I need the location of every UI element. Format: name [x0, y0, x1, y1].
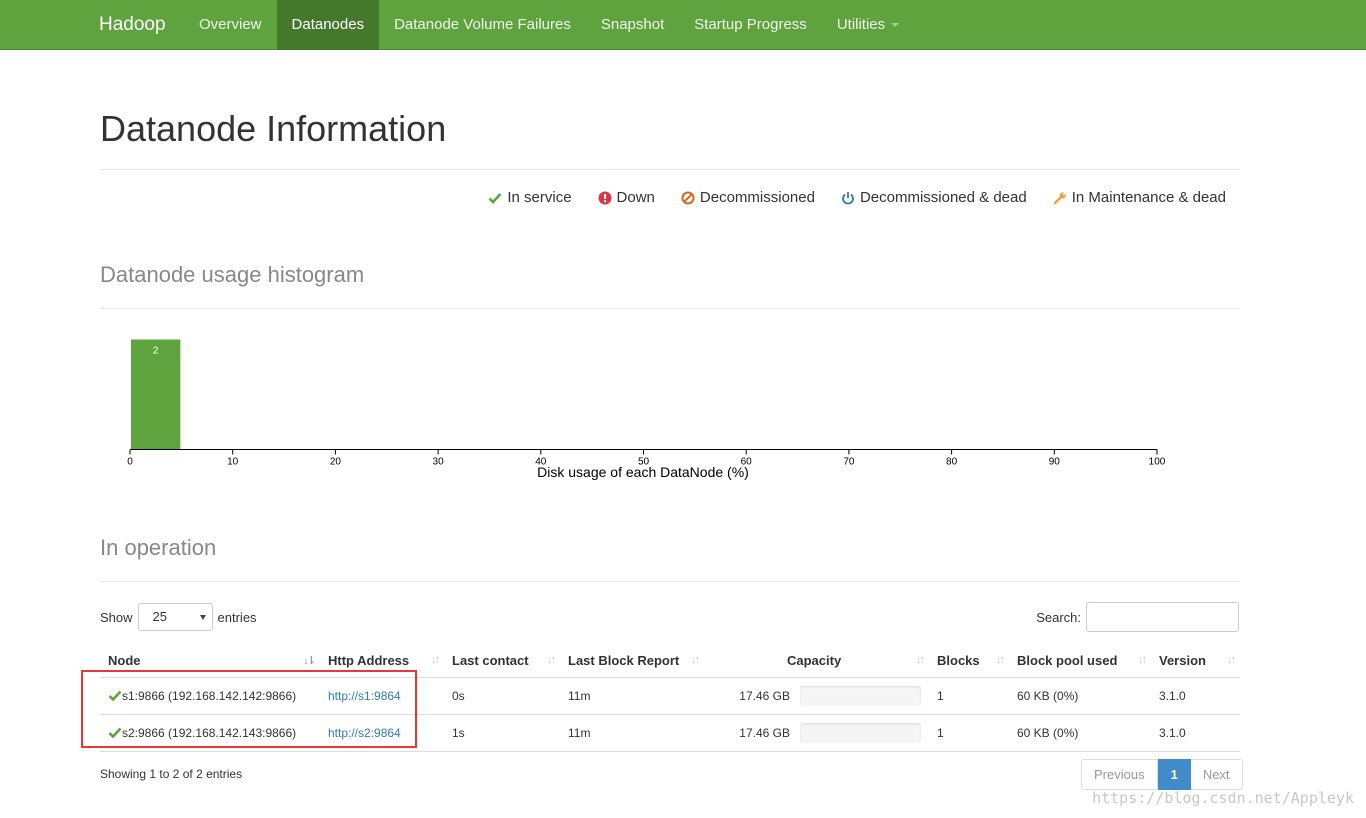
sort-icon: ↓↑ [691, 654, 700, 666]
capacity-bar [800, 722, 921, 743]
operation-title: In operation [100, 535, 217, 560]
capacity-value: 17.46 GB [739, 725, 790, 740]
sort-icon: ↓↑ [996, 654, 1005, 666]
x-tick-label: 100 [1149, 457, 1166, 468]
legend-label: In service [507, 189, 572, 206]
x-axis-label: Disk usage of each DataNode (%) [537, 464, 749, 480]
last-block-report-cell: 11m [560, 677, 704, 715]
search-input[interactable] [1086, 602, 1239, 632]
sort-icon: ↓↑ [1138, 654, 1147, 666]
histogram-chart: 2 0 10 20 30 40 50 60 70 80 90 100 Disk usage of e… [127, 339, 1166, 480]
wrench-icon [1053, 191, 1066, 204]
highlight-box [81, 670, 417, 748]
capacity-value: 17.46 GB [739, 688, 790, 703]
last-contact-cell: 0s [444, 677, 560, 715]
status-legend: In service Down Decommissioned Decommiss… [462, 189, 1226, 206]
last-block-report-cell: 11m [560, 714, 704, 752]
table-info: Showing 1 to 2 of 2 entries [100, 767, 243, 781]
next-page-button[interactable]: Next [1190, 759, 1243, 790]
power-icon [842, 191, 854, 204]
col-block-pool-used[interactable]: Block pool used ↓↑ [1009, 645, 1151, 678]
col-label: Http Address [328, 653, 410, 669]
check-icon [488, 192, 502, 204]
divider [100, 169, 1240, 170]
version-cell: 3.1.0 [1151, 677, 1240, 715]
col-last-block-report[interactable]: Last Block Report ↓↑ [560, 645, 704, 678]
blocks-cell: 1 [929, 677, 1009, 715]
histogram-title: Datanode usage histogram [100, 262, 365, 287]
nav-datanodes[interactable]: Datanodes [276, 0, 380, 50]
search-control: Search: [1036, 602, 1239, 632]
page-title: Datanode Information [100, 108, 447, 149]
x-tick-label: 30 [433, 457, 445, 468]
sort-icon: ↓↑ [431, 654, 440, 666]
page-length-value: 25 [152, 609, 167, 624]
page-length-select[interactable]: 25 [137, 603, 213, 631]
nav-menu: Overview Datanodes Datanode Volume Failu… [184, 0, 914, 50]
navbar: Hadoop Overview Datanodes Datanode Volum… [0, 0, 1366, 50]
col-label: Last Block Report [568, 653, 680, 669]
legend-down: Down [598, 189, 655, 206]
divider [100, 581, 1240, 582]
x-tick-label: 0 [127, 457, 133, 468]
page-1-button[interactable]: 1 [1157, 759, 1191, 790]
dropdown-arrow-icon [199, 615, 206, 620]
version-cell: 3.1.0 [1151, 714, 1240, 752]
x-tick-label: 70 [843, 457, 855, 468]
nav-datanode-volume-failures[interactable]: Datanode Volume Failures [379, 0, 586, 50]
block-pool-used-cell: 60 KB (0%) [1009, 714, 1151, 752]
page-length-control: Show 25 entries [100, 603, 257, 631]
col-label: Version [1159, 653, 1206, 669]
entries-label: entries [217, 609, 257, 625]
col-label: Node [108, 653, 141, 669]
usage-histogram: 2 0 10 20 30 40 50 60 70 80 90 100 Disk usage of e… [120, 330, 1180, 480]
nav-utilities-dropdown[interactable]: Utilities [822, 0, 914, 50]
sort-icon: ↓↑ [916, 654, 925, 666]
legend-label: Decommissioned [699, 189, 815, 206]
show-label: Show [100, 609, 133, 625]
exclamation-circle-icon [598, 191, 612, 204]
col-last-contact[interactable]: Last contact ↓↑ [444, 645, 560, 678]
col-label: Blocks [937, 653, 980, 669]
col-label: Capacity [787, 653, 842, 669]
blocks-cell: 1 [929, 714, 1009, 752]
x-tick-label: 80 [946, 457, 958, 468]
capacity-cell: 17.46 GB [704, 677, 929, 715]
x-tick-label: 90 [1049, 457, 1061, 468]
col-blocks[interactable]: Blocks ↓↑ [929, 645, 1009, 678]
bar-count-label: 2 [153, 346, 159, 357]
previous-page-button[interactable]: Previous [1081, 759, 1158, 790]
col-version[interactable]: Version ↓↑ [1151, 645, 1240, 678]
legend-decommissioned-dead: Decommissioned & dead [841, 189, 1027, 206]
sort-icon: ↓↑ [1227, 654, 1236, 666]
x-tick-label: 10 [227, 457, 239, 468]
sort-asc-icon: ↓⇂ [303, 655, 316, 667]
legend-label: Decommissioned & dead [859, 189, 1027, 206]
col-capacity[interactable]: Capacity ↓↑ [704, 645, 929, 678]
legend-label: In Maintenance & dead [1071, 189, 1226, 206]
legend-maintenance-dead: In Maintenance & dead [1053, 189, 1226, 206]
legend-in-service: In service [488, 189, 572, 206]
sort-icon: ↓↑ [547, 654, 556, 666]
caret-down-icon [891, 23, 900, 28]
divider [100, 308, 1240, 309]
capacity-cell: 17.46 GB [704, 714, 929, 752]
nav-snapshot[interactable]: Snapshot [586, 0, 679, 50]
col-label: Last contact [452, 653, 529, 669]
last-contact-cell: 1s [444, 714, 560, 752]
nav-overview[interactable]: Overview [184, 0, 277, 50]
search-label: Search: [1036, 609, 1081, 625]
brand-logo[interactable]: Hadoop [99, 0, 166, 50]
block-pool-used-cell: 60 KB (0%) [1009, 677, 1151, 715]
nav-utilities-label: Utilities [836, 16, 886, 33]
watermark: https://blog.csdn.net/Appleyk [1092, 789, 1354, 807]
nav-startup-progress[interactable]: Startup Progress [679, 0, 822, 50]
col-label: Block pool used [1017, 653, 1118, 669]
x-tick-label: 20 [330, 457, 342, 468]
ban-icon [681, 191, 695, 204]
legend-label: Down [616, 189, 655, 206]
capacity-bar [800, 685, 921, 706]
pagination: Previous 1 Next [1081, 759, 1243, 790]
legend-decommissioned: Decommissioned [681, 189, 815, 206]
